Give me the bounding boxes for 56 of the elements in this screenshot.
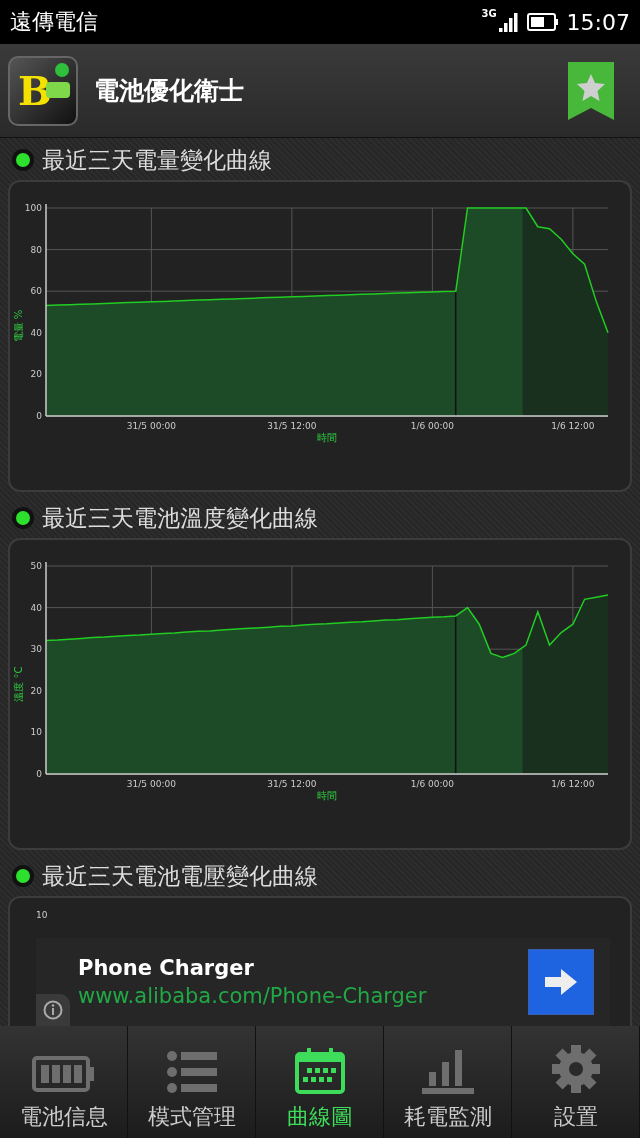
nav-tab[interactable]: 耗電監測 — [384, 1026, 512, 1138]
signal-icon — [498, 12, 519, 32]
y-tick-label: 20 — [30, 369, 42, 380]
y-tick-label: 0 — [36, 411, 42, 421]
x-tick-label: 31/5 12:00 — [267, 421, 317, 431]
x-axis-title: 時間 — [317, 790, 337, 801]
nav-tab[interactable]: 設置 — [512, 1026, 640, 1138]
battery-icon — [31, 1054, 96, 1094]
logo-letter: B — [18, 67, 52, 114]
y-axis-title: 溫度 °C — [13, 666, 24, 702]
section-title: 最近三天電池溫度變化曲線 — [42, 503, 318, 533]
nav-tab[interactable]: 曲線圖 — [256, 1026, 384, 1138]
ad-banner[interactable]: Phone Charger www.alibaba.com/Phone-Charger — [36, 938, 610, 1026]
settings-icon — [550, 1044, 601, 1094]
x-tick-label: 1/6 12:00 — [551, 421, 595, 431]
x-axis-title: 時間 — [317, 432, 337, 443]
x-tick-label: 31/5 00:00 — [126, 779, 176, 789]
status-dot — [12, 149, 34, 171]
y-tick-label: 80 — [30, 244, 42, 255]
list-icon — [166, 1050, 217, 1094]
y-tick-label: 40 — [30, 602, 42, 613]
status-dot — [12, 507, 34, 529]
network-type: 3G — [481, 8, 497, 19]
y-tick-label: 40 — [30, 327, 42, 338]
calendar-icon — [294, 1048, 345, 1094]
x-tick-label: 1/6 12:00 — [551, 779, 595, 789]
y-tick-label: 100 — [24, 203, 42, 213]
y-tick-label: 0 — [36, 769, 42, 779]
nav-tab[interactable]: 電池信息 — [0, 1026, 128, 1138]
ad-link[interactable]: www.alibaba.com/Phone-Charger — [78, 984, 528, 1008]
carrier-name: 遠傳電信 — [10, 8, 99, 36]
info-icon — [43, 1000, 63, 1020]
y-tick-label: 50 — [30, 561, 42, 571]
y-tick-label: 60 — [30, 286, 42, 297]
x-tick-label: 1/6 00:00 — [410, 421, 454, 431]
bookmark-star-icon[interactable] — [568, 61, 614, 120]
section-title: 最近三天電池電壓變化曲線 — [42, 861, 318, 891]
status-dot — [12, 865, 34, 887]
y-tick-label: 30 — [30, 644, 42, 655]
clock: 15:07 — [566, 9, 630, 35]
app-title: 電池優化衛士 — [94, 75, 245, 107]
battery-status-icon — [526, 13, 559, 31]
info-tab[interactable] — [36, 994, 70, 1026]
bar-chart-icon — [421, 1048, 474, 1094]
x-tick-label: 1/6 00:00 — [410, 779, 454, 789]
y-tick-label: 10 — [30, 727, 42, 738]
arrow-icon — [545, 969, 577, 995]
nav-tab[interactable]: 模式管理 — [128, 1026, 256, 1138]
x-tick-label: 31/5 00:00 — [126, 421, 176, 431]
section-title: 最近三天電量變化曲線 — [42, 145, 272, 175]
y-axis-title: 電量 % — [13, 309, 24, 343]
ad-title: Phone Charger — [78, 956, 255, 980]
x-tick-label: 31/5 12:00 — [267, 779, 317, 789]
y-tick-label: 20 — [30, 685, 42, 696]
y-tick-label: 10 — [36, 910, 49, 920]
arrow-button[interactable] — [528, 949, 594, 1015]
